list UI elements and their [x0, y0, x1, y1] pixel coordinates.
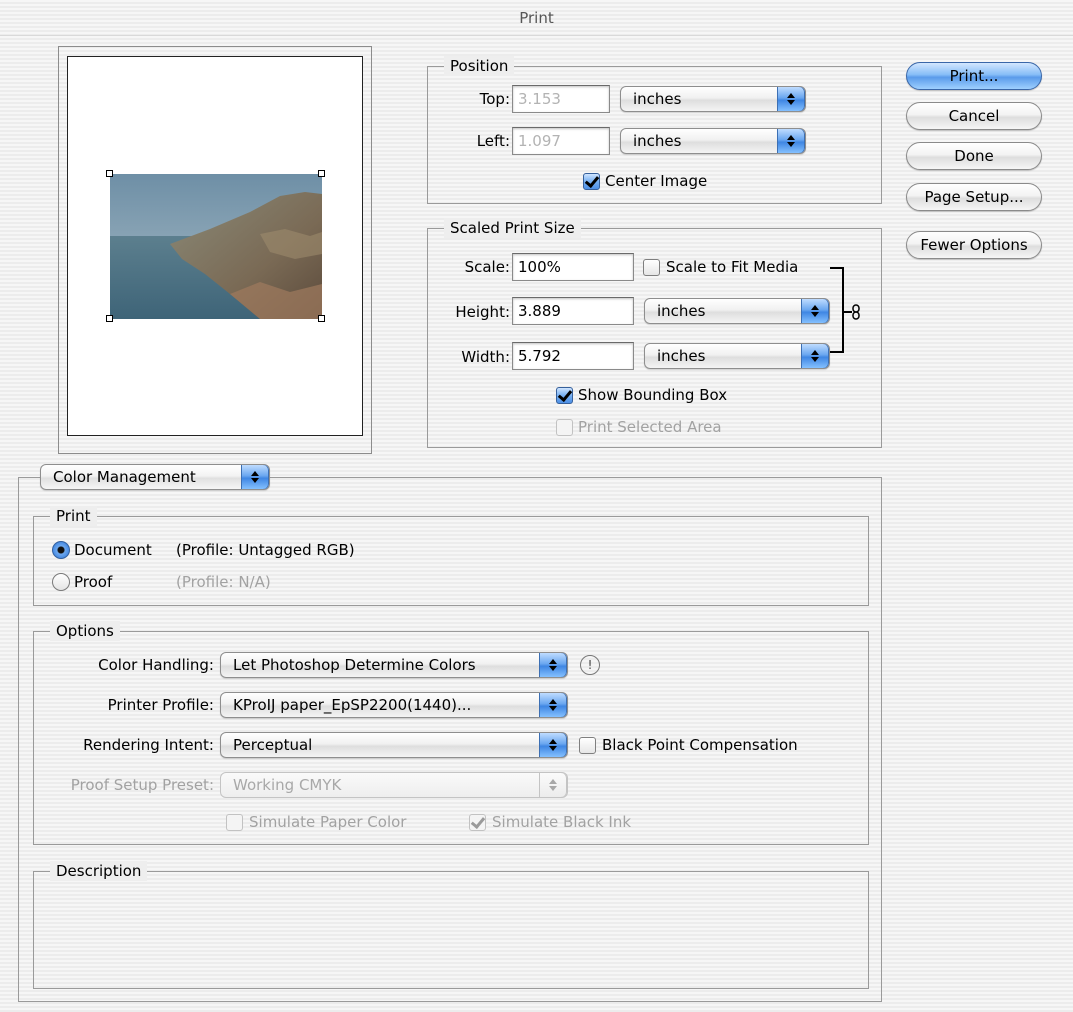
- section-popup-value: Color Management: [53, 468, 196, 486]
- proof-setup-popup[interactable]: Working CMYK: [220, 772, 568, 798]
- description-subgroup: Description: [33, 861, 869, 989]
- height-label: Height:: [455, 303, 510, 321]
- rendering-intent-value: Perceptual: [233, 736, 313, 754]
- rendering-intent-label: Rendering Intent:: [83, 736, 214, 754]
- description-legend: Description: [50, 861, 148, 881]
- print-selected-area-checkbox[interactable]: [556, 419, 573, 436]
- top-unit-popup[interactable]: inches: [620, 86, 806, 112]
- chain-link-icon[interactable]: [852, 304, 860, 324]
- position-legend: Position: [444, 56, 515, 76]
- color-handling-value: Let Photoshop Determine Colors: [233, 656, 476, 674]
- section-popup[interactable]: Color Management: [40, 464, 270, 490]
- scale-label: Scale:: [464, 258, 510, 276]
- updown-arrows-icon: [539, 733, 567, 757]
- updown-arrows-icon: [539, 773, 567, 797]
- height-unit-popup[interactable]: inches: [644, 298, 830, 324]
- printer-profile-popup[interactable]: KProIJ paper_EpSP2200(1440)...: [220, 692, 568, 718]
- bracket-tick: [842, 311, 852, 313]
- scaled-print-size-legend: Scaled Print Size: [444, 218, 581, 238]
- color-management-group: Print Document (Profile: Untagged RGB) P…: [18, 477, 882, 1002]
- scale-field[interactable]: 100%: [512, 253, 634, 281]
- document-label: Document: [74, 541, 152, 559]
- bbox-handle-top-right[interactable]: [318, 170, 325, 177]
- constrain-proportions-bracket: [830, 267, 844, 353]
- scaled-print-size-group: Scaled Print Size Scale: 100% Scale to F…: [427, 218, 882, 448]
- fewer-options-button[interactable]: Fewer Options: [906, 231, 1042, 259]
- height-unit-value: inches: [657, 302, 706, 320]
- print-button[interactable]: Print...: [906, 62, 1042, 90]
- updown-arrows-icon: [241, 465, 269, 489]
- document-radio[interactable]: [52, 541, 70, 559]
- width-unit-popup[interactable]: inches: [644, 343, 830, 369]
- rendering-intent-popup[interactable]: Perceptual: [220, 732, 568, 758]
- cancel-button[interactable]: Cancel: [906, 102, 1042, 130]
- left-label: Left:: [476, 132, 510, 150]
- proof-label: Proof: [74, 573, 113, 591]
- proof-setup-value: Working CMYK: [233, 776, 342, 794]
- black-point-checkbox[interactable]: [579, 737, 596, 754]
- show-bounding-box-label: Show Bounding Box: [578, 386, 728, 404]
- left-unit-value: inches: [633, 132, 682, 150]
- left-unit-popup[interactable]: inches: [620, 128, 806, 154]
- page-setup-button[interactable]: Page Setup...: [906, 183, 1042, 211]
- done-button[interactable]: Done: [906, 142, 1042, 170]
- color-handling-label: Color Handling:: [98, 656, 214, 674]
- printer-profile-value: KProIJ paper_EpSP2200(1440)...: [233, 696, 472, 714]
- bbox-handle-bottom-right[interactable]: [318, 315, 325, 322]
- simulate-ink-checkbox[interactable]: [469, 814, 486, 831]
- updown-arrows-icon: [801, 299, 829, 323]
- color-handling-popup[interactable]: Let Photoshop Determine Colors: [220, 652, 568, 678]
- print-subgroup: Print Document (Profile: Untagged RGB) P…: [33, 506, 869, 606]
- document-profile: (Profile: Untagged RGB): [176, 541, 355, 559]
- width-unit-value: inches: [657, 347, 706, 365]
- print-preview: [58, 46, 372, 454]
- printer-profile-label: Printer Profile:: [107, 696, 214, 714]
- left-field[interactable]: 1.097: [512, 127, 610, 155]
- show-bounding-box-checkbox[interactable]: [556, 387, 573, 404]
- updown-arrows-icon: [777, 129, 805, 153]
- width-label: Width:: [461, 348, 510, 366]
- updown-arrows-icon: [539, 693, 567, 717]
- simulate-paper-checkbox[interactable]: [226, 814, 243, 831]
- height-field[interactable]: 3.889: [512, 297, 634, 325]
- black-point-label: Black Point Compensation: [602, 736, 798, 754]
- preview-paper: [67, 56, 363, 436]
- position-group: Position Top: 3.153 inches Left: 1.097 i…: [427, 56, 882, 204]
- coastline-image: [110, 174, 322, 319]
- scale-to-fit-checkbox[interactable]: [643, 259, 660, 276]
- top-unit-value: inches: [633, 90, 682, 108]
- options-legend: Options: [50, 621, 120, 641]
- top-field[interactable]: 3.153: [512, 85, 610, 113]
- center-image-checkbox[interactable]: [583, 173, 600, 190]
- bbox-handle-top-left[interactable]: [106, 170, 113, 177]
- exclamation-icon[interactable]: !: [580, 655, 600, 675]
- options-subgroup: Options Color Handling: Let Photoshop De…: [33, 621, 869, 845]
- center-image-label: Center Image: [605, 172, 708, 190]
- scale-to-fit-label: Scale to Fit Media: [666, 258, 799, 276]
- top-label: Top:: [479, 90, 510, 108]
- updown-arrows-icon: [777, 87, 805, 111]
- updown-arrows-icon: [539, 653, 567, 677]
- updown-arrows-icon: [801, 344, 829, 368]
- proof-radio[interactable]: [52, 573, 70, 591]
- simulate-ink-label: Simulate Black Ink: [492, 813, 632, 831]
- preview-photo: [110, 174, 322, 319]
- simulate-paper-label: Simulate Paper Color: [249, 813, 407, 831]
- proof-setup-label: Proof Setup Preset:: [70, 776, 214, 794]
- print-selected-area-label: Print Selected Area: [578, 418, 722, 436]
- window-title: Print: [0, 0, 1073, 36]
- print-subgroup-legend: Print: [50, 506, 97, 526]
- bbox-handle-bottom-left[interactable]: [106, 315, 113, 322]
- proof-profile: (Profile: N/A): [176, 573, 271, 591]
- width-field[interactable]: 5.792: [512, 342, 634, 370]
